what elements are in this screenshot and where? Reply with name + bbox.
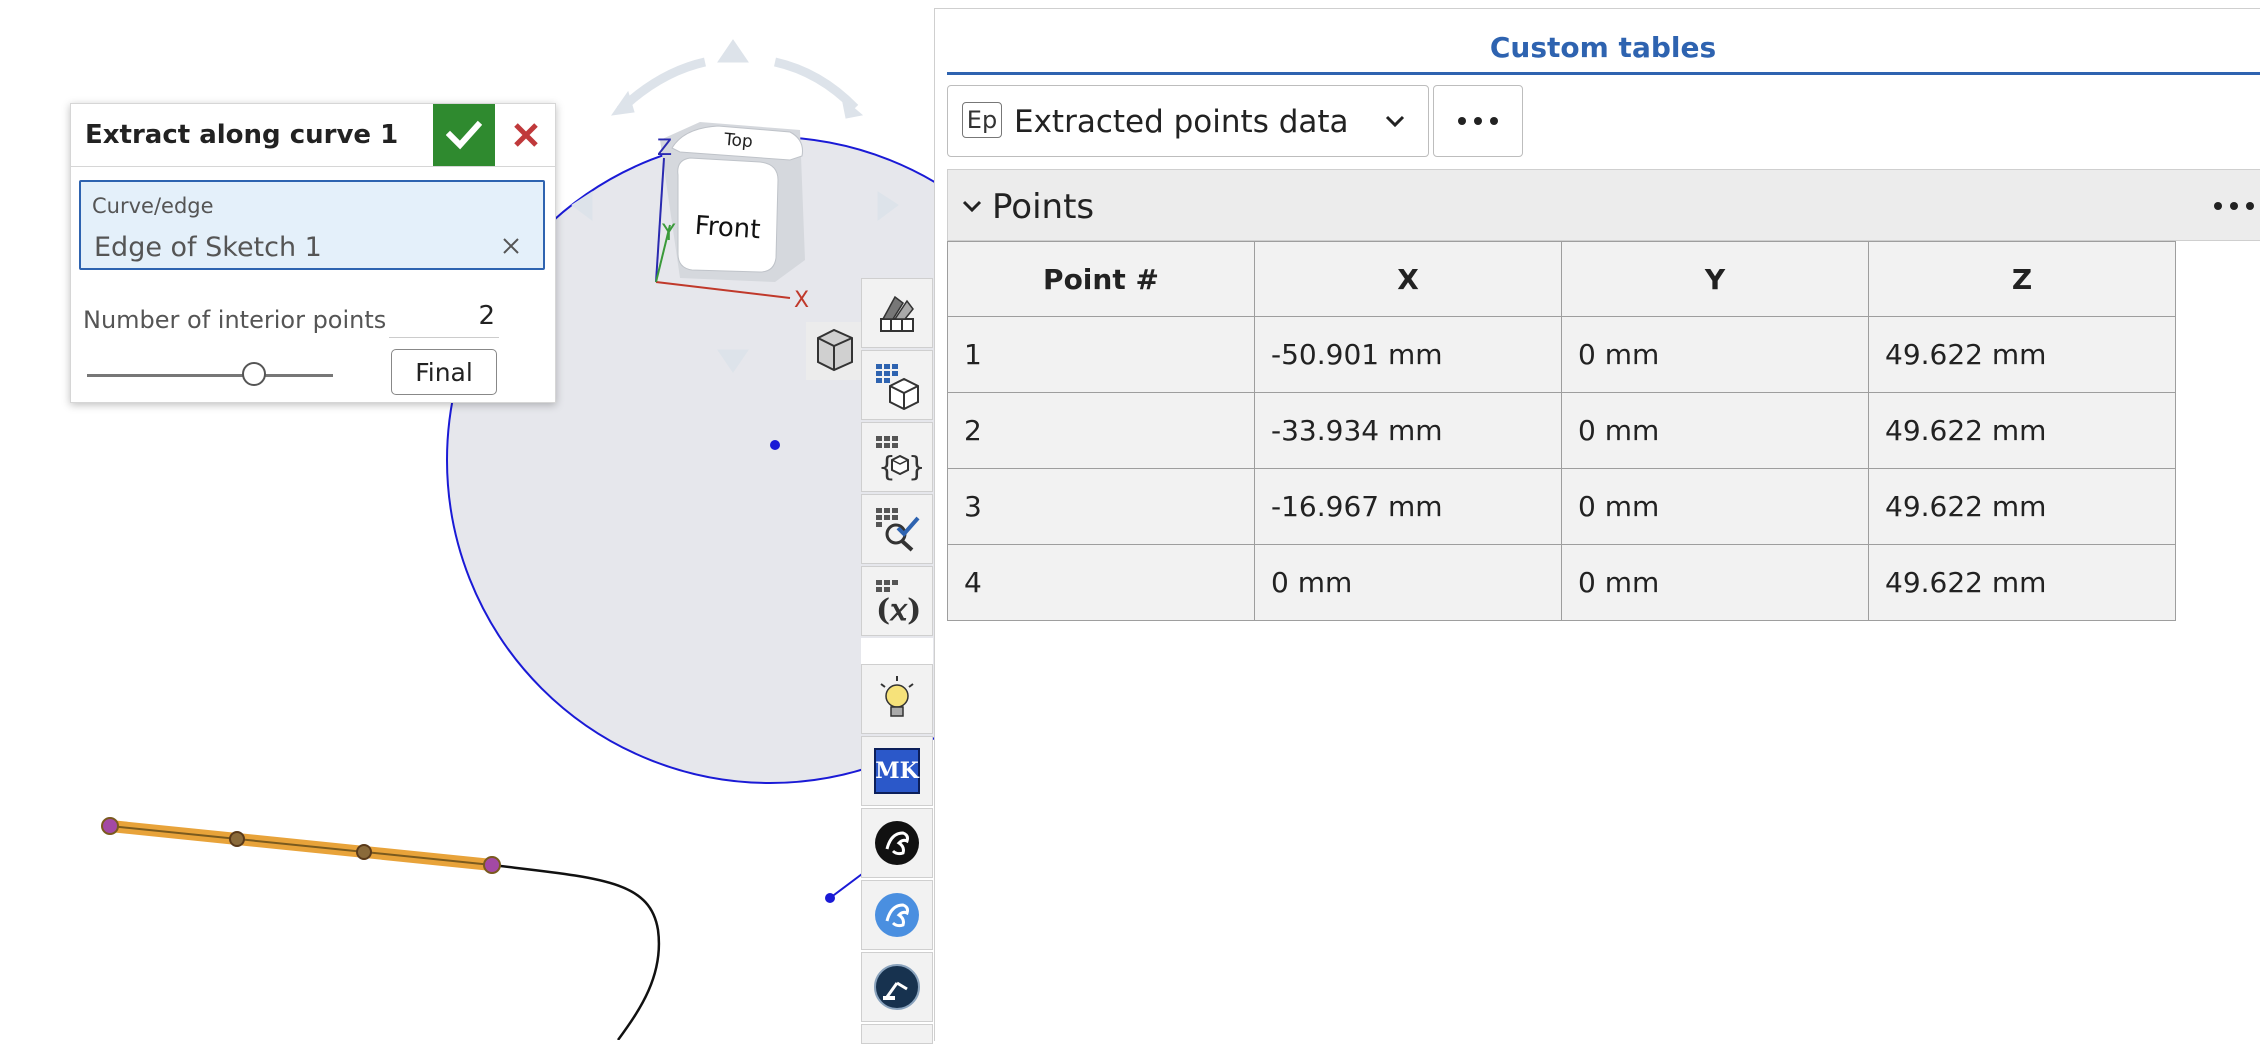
more-icon [1458, 117, 1498, 125]
table-cell: 0 mm [1561, 392, 1869, 469]
table-cell: -50.901 mm [1254, 316, 1562, 393]
table-cell: 49.622 mm [1868, 316, 2176, 393]
column-header[interactable]: Point # [947, 241, 1255, 317]
column-header[interactable]: Z [1868, 241, 2176, 317]
check-table-button[interactable] [861, 494, 933, 564]
table-cell: 4 [947, 544, 1255, 621]
points-section-title: Points [992, 187, 1095, 227]
table-row[interactable]: 2 -33.934 mm 0 mm 49.622 mm [947, 392, 2176, 469]
table-cell: 0 mm [1561, 468, 1869, 545]
sketch-line[interactable] [829, 873, 863, 899]
chevron-down-icon [1385, 115, 1405, 128]
table-cell: 0 mm [1254, 544, 1562, 621]
mk-label: MK [875, 758, 919, 784]
edge-curve[interactable] [491, 863, 661, 1040]
points-section-header[interactable]: Points [947, 169, 2260, 241]
accept-button[interactable] [433, 104, 495, 166]
more-tools-button[interactable] [861, 1024, 933, 1044]
custom-tables-panel: Custom tables Ep Extracted points data P… [934, 8, 2260, 1041]
variable-table-icon: { } [876, 436, 922, 482]
final-button[interactable]: Final [391, 349, 497, 395]
robot-arm-icon [874, 964, 920, 1010]
curve-edge-value: Edge of Sketch 1 [94, 232, 322, 263]
extracted-point-4[interactable] [483, 856, 501, 874]
parts-table-button[interactable] [861, 350, 933, 420]
view-cube-top-label: Top [722, 130, 753, 153]
panel-title: Custom tables [1489, 31, 1717, 64]
interior-points-label: Number of interior points [83, 306, 387, 334]
view-cube-front-label: Front [694, 211, 762, 246]
variable-table-button[interactable]: { } [861, 422, 933, 492]
table-cell: 0 mm [1561, 316, 1869, 393]
axis-x-label: X [794, 288, 809, 313]
right-toolbar: { } (𝑥) [861, 278, 934, 1044]
appearance-tool-icon [880, 295, 914, 332]
extracted-point-2[interactable] [229, 831, 245, 847]
mk-app-icon: MK [874, 748, 920, 794]
extracted-point-3[interactable] [356, 844, 372, 860]
toolbar-separator [861, 638, 933, 664]
gecko-black-button[interactable] [861, 808, 933, 878]
axis-y-label: Y [661, 221, 676, 246]
view-options-icon[interactable] [806, 322, 862, 380]
curve-edge-label: Curve/edge [92, 194, 214, 218]
table-row[interactable]: 3 -16.967 mm 0 mm 49.622 mm [947, 468, 2176, 545]
appearance-tool-button[interactable] [861, 278, 933, 348]
table-cell: 49.622 mm [1868, 544, 2176, 621]
curve-edge-field[interactable]: Curve/edge Edge of Sketch 1 [79, 180, 545, 270]
check-table-icon [876, 508, 920, 552]
axis-z-label: Z [657, 136, 672, 161]
table-header-row: Point # X Y Z [947, 241, 2176, 317]
table-cell: 1 [947, 316, 1255, 393]
section-more-icon[interactable] [2212, 200, 2256, 212]
mk-app-button[interactable]: MK [861, 736, 933, 806]
dialog-title: Extract along curve 1 [85, 120, 399, 150]
selected-edge-core [109, 825, 493, 866]
table-cell: 0 mm [1561, 544, 1869, 621]
clear-selection-icon[interactable] [501, 236, 521, 256]
interior-points-slider-thumb[interactable] [242, 362, 267, 386]
table-cell: 2 [947, 392, 1255, 469]
robot-arm-button[interactable] [861, 952, 933, 1022]
gecko-blue-icon [875, 893, 919, 937]
table-cell: -16.967 mm [1254, 468, 1562, 545]
gecko-blue-button[interactable] [861, 880, 933, 950]
fx-table-button[interactable]: (𝑥) [861, 566, 933, 636]
table-select-value: Extracted points data [1014, 104, 1349, 140]
gecko-black-icon [875, 821, 919, 865]
sketch-line-endpoint[interactable] [825, 893, 835, 903]
circle-center-point[interactable] [770, 440, 780, 450]
panel-title-underline [947, 72, 2260, 75]
table-cell: 49.622 mm [1868, 392, 2176, 469]
lightbulb-button[interactable] [861, 664, 933, 734]
interior-points-slider[interactable] [87, 374, 333, 377]
svg-text:(𝑥): (𝑥) [876, 593, 921, 626]
close-icon [514, 123, 538, 147]
column-header[interactable]: X [1254, 241, 1562, 317]
extracted-point-1[interactable] [101, 817, 119, 835]
parts-table-icon [876, 364, 919, 410]
dialog-divider [71, 166, 555, 167]
points-table: Point # X Y Z 1 -50.901 mm 0 mm 49.622 m… [947, 241, 2176, 621]
extract-along-curve-dialog: Extract along curve 1 Curve/edge Edge of… [70, 103, 556, 403]
table-badge: Ep [962, 102, 1002, 138]
checkmark-icon [446, 120, 482, 150]
column-header[interactable]: Y [1561, 241, 1869, 317]
table-cell: -33.934 mm [1254, 392, 1562, 469]
cancel-button[interactable] [497, 104, 555, 166]
table-select-dropdown[interactable]: Ep Extracted points data [947, 85, 1429, 157]
table-more-button[interactable] [1433, 85, 1523, 157]
svg-text:}: } [908, 450, 922, 482]
table-cell: 3 [947, 468, 1255, 545]
chevron-down-icon [962, 200, 982, 213]
table-row[interactable]: 1 -50.901 mm 0 mm 49.622 mm [947, 316, 2176, 393]
table-cell: 49.622 mm [1868, 468, 2176, 545]
table-row[interactable]: 4 0 mm 0 mm 49.622 mm [947, 544, 2176, 621]
interior-points-input[interactable] [389, 294, 499, 338]
lightbulb-icon [880, 676, 914, 717]
fx-table-icon: (𝑥) [876, 580, 921, 626]
